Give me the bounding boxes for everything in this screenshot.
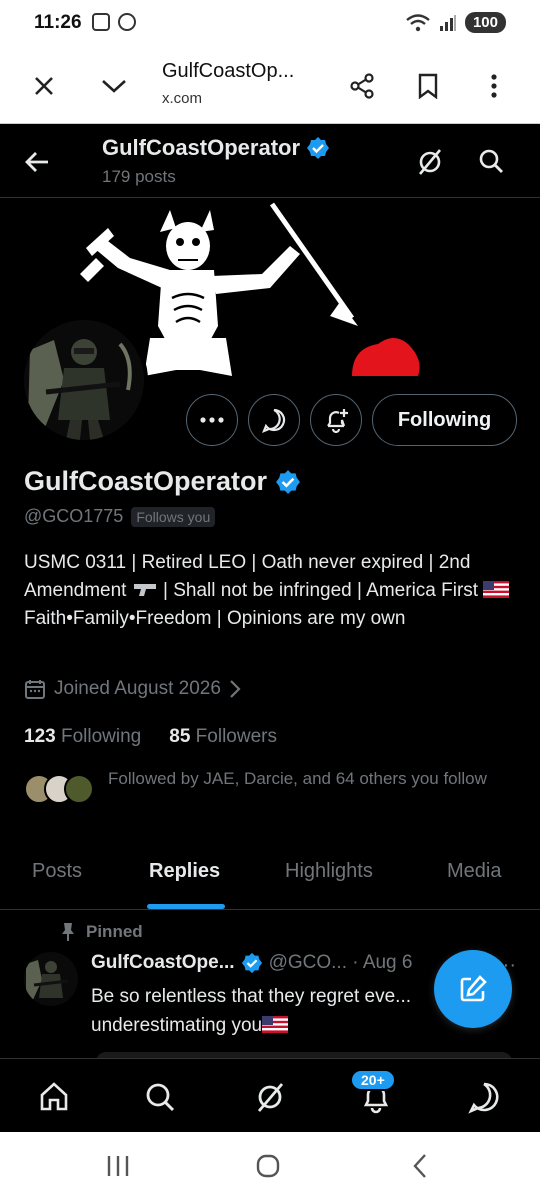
- profile-handle: @GCO1775: [24, 506, 124, 526]
- page-url: x.com: [162, 90, 203, 107]
- wifi-icon: [406, 13, 430, 31]
- grok-icon[interactable]: [250, 1077, 290, 1117]
- pinned-label: Pinned: [60, 922, 143, 942]
- post-count: 179 posts: [102, 167, 176, 186]
- page-title: GulfCoastOp...: [162, 60, 295, 82]
- system-back-icon[interactable]: [400, 1150, 440, 1182]
- compose-icon: [460, 975, 487, 1002]
- soldier-avatar-image: [24, 952, 78, 1006]
- handle-row: @GCO1775 Follows you: [24, 506, 216, 527]
- avatar: [64, 774, 94, 804]
- soldier-avatar-image: [24, 320, 144, 440]
- more-horizontal-icon: [200, 417, 224, 423]
- search-icon[interactable]: [472, 142, 512, 182]
- us-flag-emoji-icon: [262, 1016, 289, 1033]
- active-tab-indicator: [147, 904, 225, 909]
- back-arrow-icon[interactable]: [18, 142, 58, 182]
- message-button[interactable]: [248, 394, 300, 446]
- joined-date[interactable]: Joined August 2026: [24, 678, 241, 700]
- header-name: GulfCoastOperator: [102, 135, 330, 161]
- close-icon[interactable]: [24, 66, 64, 106]
- compose-post-button[interactable]: [434, 950, 512, 1028]
- share-icon[interactable]: [342, 66, 382, 106]
- verified-badge-icon: [276, 469, 300, 494]
- chevron-down-icon[interactable]: [94, 66, 134, 106]
- notification-app-icon: [118, 13, 136, 31]
- more-vert-icon[interactable]: [474, 66, 514, 106]
- more-options-button[interactable]: [186, 394, 238, 446]
- tab-highlights[interactable]: Highlights: [285, 860, 373, 883]
- home-circle-icon[interactable]: [248, 1150, 288, 1182]
- followers-stat[interactable]: 85 Followers: [169, 726, 277, 748]
- followed-by-row[interactable]: Followed by JAE, Darcie, and 64 others y…: [24, 768, 520, 810]
- bell-plus-icon: [327, 409, 348, 434]
- profile-header-bar: GulfCoastOperator 179 posts: [0, 124, 540, 198]
- tweet-header: GulfCoastOpe... @GCO... · Aug 6: [91, 952, 412, 974]
- messages-icon[interactable]: [464, 1077, 504, 1117]
- profile-bio: USMC 0311 | Retired LEO | Oath never exp…: [24, 549, 520, 633]
- bookmark-icon[interactable]: [408, 66, 448, 106]
- pistol-emoji-icon: [133, 584, 156, 596]
- status-bar: 11:26 100: [0, 0, 540, 46]
- followed-by-text: Followed by JAE, Darcie, and 64 others y…: [108, 769, 487, 788]
- system-navigation-bar: [0, 1132, 540, 1200]
- explore-search-icon[interactable]: [140, 1077, 180, 1117]
- profile-tabs: Posts Replies Highlights Media: [0, 840, 540, 910]
- tweet-author-name[interactable]: GulfCoastOpe...: [91, 952, 235, 974]
- follow-stats: 123 Following 85 Followers: [24, 726, 277, 748]
- bottom-navigation: 20+: [0, 1058, 540, 1132]
- tweet-meta: @GCO... · Aug 6: [268, 952, 413, 973]
- tab-media[interactable]: Media: [447, 860, 501, 883]
- chat-bubble-icon: [262, 408, 286, 433]
- signal-icon: [439, 14, 456, 31]
- browser-toolbar: GulfCoastOp... x.com: [0, 46, 540, 124]
- status-time: 11:26: [34, 12, 82, 33]
- follower-avatars: [24, 774, 104, 810]
- chevron-right-icon: [230, 680, 241, 698]
- verified-badge-icon: [307, 137, 330, 159]
- battery-indicator: 100: [464, 12, 506, 33]
- notifications-badge: 20+: [350, 1069, 396, 1091]
- follows-you-badge: Follows you: [131, 506, 216, 527]
- tweet-author-avatar[interactable]: [24, 952, 78, 1006]
- following-stat[interactable]: 123 Following: [24, 726, 141, 748]
- screenshot-icon: [92, 13, 110, 31]
- grok-icon[interactable]: [410, 142, 450, 182]
- profile-avatar[interactable]: [20, 316, 148, 444]
- notify-button[interactable]: [310, 394, 362, 446]
- tab-posts[interactable]: Posts: [32, 860, 82, 883]
- pin-icon: [62, 923, 74, 941]
- recent-apps-icon[interactable]: [98, 1150, 138, 1182]
- profile-name: GulfCoastOperator: [24, 466, 301, 497]
- us-flag-emoji-icon: [483, 581, 510, 598]
- following-button[interactable]: Following: [372, 394, 517, 446]
- tab-replies[interactable]: Replies: [149, 860, 220, 883]
- verified-badge-icon: [241, 952, 262, 974]
- calendar-icon: [25, 680, 45, 699]
- home-icon[interactable]: [34, 1077, 74, 1117]
